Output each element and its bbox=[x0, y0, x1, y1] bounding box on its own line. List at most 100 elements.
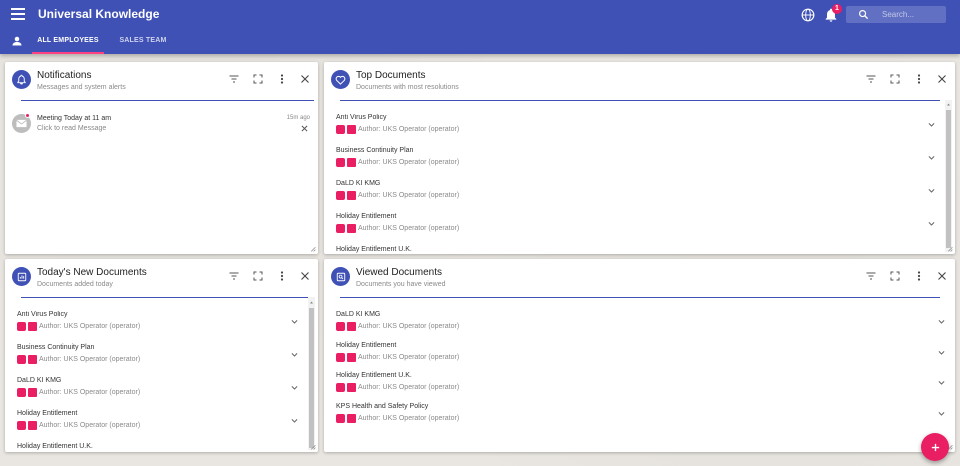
chevron-down-icon[interactable] bbox=[937, 409, 946, 418]
scroll-thumb[interactable] bbox=[946, 110, 951, 248]
card-subtitle: Documents with most resolutions bbox=[356, 84, 459, 91]
dismiss-icon[interactable] bbox=[300, 124, 309, 133]
fullscreen-icon[interactable] bbox=[889, 270, 901, 282]
document-meta: Author: UKS Operator (operator) bbox=[336, 321, 459, 331]
alert-bell-icon bbox=[336, 352, 345, 362]
document-meta: Author: UKS Operator (operator) bbox=[336, 352, 459, 362]
chevron-down-icon[interactable] bbox=[290, 416, 299, 425]
chevron-down-icon[interactable] bbox=[927, 186, 936, 195]
top-documents-card: Top Documents Documents with most resolu… bbox=[324, 62, 955, 254]
scrollbar[interactable] bbox=[945, 100, 952, 252]
list-item[interactable]: Holiday Entitlement U.K. Author: UKS Ope… bbox=[336, 372, 948, 405]
fullscreen-icon[interactable] bbox=[252, 270, 264, 282]
resize-handle-icon[interactable] bbox=[947, 246, 953, 252]
document-meta: Author: UKS Operator (operator) bbox=[336, 382, 459, 392]
scrollbar[interactable] bbox=[308, 297, 315, 450]
card-subtitle: Documents added today bbox=[37, 281, 113, 288]
card-icon bbox=[12, 267, 31, 286]
chevron-down-icon[interactable] bbox=[927, 219, 936, 228]
close-icon[interactable] bbox=[299, 73, 311, 85]
top-bar: Universal Knowledge 1 bbox=[0, 0, 960, 30]
list-item[interactable]: Holiday Entitlement Author: UKS Operator… bbox=[17, 410, 303, 443]
globe-icon[interactable] bbox=[801, 8, 815, 22]
document-chart-icon bbox=[17, 272, 26, 281]
exclaim-icon bbox=[347, 190, 356, 200]
menu-icon[interactable] bbox=[11, 8, 25, 20]
filter-icon[interactable] bbox=[865, 270, 877, 282]
fullscreen-icon[interactable] bbox=[889, 73, 901, 85]
heart-icon bbox=[335, 75, 346, 85]
close-icon[interactable] bbox=[936, 270, 948, 282]
notification-time: 15m ago bbox=[286, 115, 310, 121]
search-box[interactable] bbox=[846, 6, 946, 23]
tab-sales-team[interactable]: SALES TEAM bbox=[113, 30, 173, 54]
viewed-documents-list: DaLD KI KMG Author: UKS Operator (operat… bbox=[336, 311, 948, 441]
filter-icon[interactable] bbox=[228, 270, 240, 282]
alert-bell-icon bbox=[17, 420, 26, 430]
exclaim-icon bbox=[347, 321, 356, 331]
list-item[interactable]: Holiday Entitlement Author: UKS Operator… bbox=[336, 342, 948, 375]
more-vert-icon[interactable] bbox=[913, 73, 925, 85]
document-author: Author: UKS Operator (operator) bbox=[358, 158, 460, 166]
filter-icon[interactable] bbox=[228, 73, 240, 85]
list-item[interactable]: Business Continuity Plan Author: UKS Ope… bbox=[17, 344, 303, 377]
resize-handle-icon[interactable] bbox=[310, 246, 316, 252]
document-meta: Author: UKS Operator (operator) bbox=[336, 413, 459, 423]
list-item[interactable]: Anti Virus Policy Author: UKS Operator (… bbox=[17, 311, 303, 344]
list-item[interactable]: Holiday Entitlement U.K. bbox=[17, 443, 303, 451]
list-item[interactable]: Holiday Entitlement Author: UKS Operator… bbox=[336, 213, 940, 246]
chevron-down-icon[interactable] bbox=[937, 348, 946, 357]
document-title: Holiday Entitlement bbox=[17, 410, 78, 417]
document-meta: Author: UKS Operator (operator) bbox=[17, 321, 140, 331]
list-item[interactable]: Business Continuity Plan Author: UKS Ope… bbox=[336, 147, 940, 180]
alert-bell-icon bbox=[17, 354, 26, 364]
more-vert-icon[interactable] bbox=[913, 270, 925, 282]
list-item[interactable]: Holiday Entitlement U.K. bbox=[336, 246, 940, 254]
scroll-up-icon[interactable] bbox=[309, 300, 314, 305]
chevron-down-icon[interactable] bbox=[927, 153, 936, 162]
notification-item[interactable]: Meeting Today at 11 am Click to read Mes… bbox=[12, 112, 310, 142]
app-bar: Universal Knowledge 1 ALL EMPLOYEES SALE… bbox=[0, 0, 960, 54]
document-title: Holiday Entitlement U.K. bbox=[336, 246, 412, 253]
list-item[interactable]: DaLD KI KMG Author: UKS Operator (operat… bbox=[336, 180, 940, 213]
list-item[interactable]: Anti Virus Policy Author: UKS Operator (… bbox=[336, 114, 940, 147]
notification-badge: 1 bbox=[832, 4, 842, 14]
chevron-down-icon[interactable] bbox=[290, 317, 299, 326]
close-icon[interactable] bbox=[299, 270, 311, 282]
search-input[interactable] bbox=[882, 8, 942, 21]
tab-all-employees[interactable]: ALL EMPLOYEES bbox=[32, 30, 104, 54]
chevron-down-icon[interactable] bbox=[927, 120, 936, 129]
chevron-down-icon[interactable] bbox=[937, 317, 946, 326]
document-meta: Author: UKS Operator (operator) bbox=[17, 354, 140, 364]
document-title: KPS Health and Safety Policy bbox=[336, 403, 429, 410]
exclaim-icon bbox=[347, 223, 356, 233]
scroll-thumb[interactable] bbox=[309, 308, 314, 448]
plus-icon bbox=[931, 443, 939, 451]
list-item[interactable]: KPS Health and Safety Policy Author: UKS… bbox=[336, 403, 948, 436]
alert-bell-icon bbox=[336, 382, 345, 392]
alert-bell-icon bbox=[336, 190, 345, 200]
document-meta: Author: UKS Operator (operator) bbox=[17, 387, 140, 397]
document-author: Author: UKS Operator (operator) bbox=[358, 383, 460, 391]
more-vert-icon[interactable] bbox=[276, 73, 288, 85]
new-documents-list: Anti Virus Policy Author: UKS Operator (… bbox=[17, 311, 303, 451]
list-item[interactable]: DaLD KI KMG Author: UKS Operator (operat… bbox=[17, 377, 303, 410]
chevron-down-icon[interactable] bbox=[290, 350, 299, 359]
more-vert-icon[interactable] bbox=[276, 270, 288, 282]
card-toolbar bbox=[228, 73, 312, 85]
chevron-down-icon[interactable] bbox=[937, 378, 946, 387]
list-item[interactable]: DaLD KI KMG Author: UKS Operator (operat… bbox=[336, 311, 948, 344]
scroll-up-icon[interactable] bbox=[946, 102, 951, 107]
resize-handle-icon[interactable] bbox=[310, 444, 316, 450]
close-icon[interactable] bbox=[936, 73, 948, 85]
exclaim-icon bbox=[347, 352, 356, 362]
search-document-icon bbox=[336, 272, 345, 281]
card-divider bbox=[21, 297, 314, 298]
fullscreen-icon[interactable] bbox=[252, 73, 264, 85]
document-author: Author: UKS Operator (operator) bbox=[358, 353, 460, 361]
exclaim-icon bbox=[347, 124, 356, 134]
exclaim-icon bbox=[347, 413, 356, 423]
add-button[interactable] bbox=[921, 433, 949, 461]
filter-icon[interactable] bbox=[865, 73, 877, 85]
chevron-down-icon[interactable] bbox=[290, 383, 299, 392]
